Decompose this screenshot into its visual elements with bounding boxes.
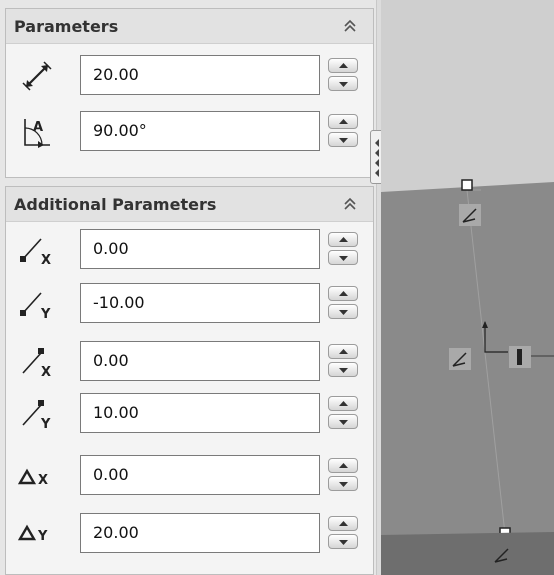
- distance-row: 20.00: [6, 55, 373, 99]
- end-y-input[interactable]: 10.00: [80, 393, 320, 433]
- sketch-point-top[interactable]: [461, 179, 473, 191]
- distance-icon: [14, 57, 60, 95]
- start-x-decrement-button[interactable]: [328, 250, 358, 265]
- end-point-x-icon: X: [14, 343, 60, 381]
- delta-x-icon: X: [14, 457, 60, 495]
- delta-x-spinner[interactable]: [328, 458, 358, 492]
- end-x-input[interactable]: 0.00: [80, 341, 320, 381]
- start-y-increment-button[interactable]: [328, 286, 358, 301]
- delta-x-increment-button[interactable]: [328, 458, 358, 473]
- distance-input[interactable]: 20.00: [80, 55, 320, 95]
- end-y-row: Y 10.00: [6, 393, 373, 437]
- delta-x-decrement-button[interactable]: [328, 476, 358, 491]
- start-y-input[interactable]: -10.00: [80, 283, 320, 323]
- start-x-spinner[interactable]: [328, 232, 358, 266]
- end-point-y-icon: Y: [14, 395, 60, 433]
- end-x-decrement-button[interactable]: [328, 362, 358, 377]
- collapse-parameters-icon[interactable]: [339, 15, 361, 37]
- distance-decrement-button[interactable]: [328, 76, 358, 91]
- start-point-y-icon: Y: [14, 285, 60, 323]
- end-x-increment-button[interactable]: [328, 344, 358, 359]
- end-y-spinner[interactable]: [328, 396, 358, 430]
- parameters-title: Parameters: [14, 16, 119, 36]
- delta-y-increment-button[interactable]: [328, 516, 358, 531]
- start-y-decrement-button[interactable]: [328, 304, 358, 319]
- svg-text:A: A: [33, 120, 43, 135]
- end-y-decrement-button[interactable]: [328, 414, 358, 429]
- collapse-additional-parameters-icon[interactable]: [339, 193, 361, 215]
- start-y-spinner[interactable]: [328, 286, 358, 320]
- svg-text:Y: Y: [40, 417, 51, 431]
- delta-y-icon: Y: [14, 515, 60, 553]
- start-point-x-icon: X: [14, 231, 60, 269]
- start-x-increment-button[interactable]: [328, 232, 358, 247]
- delta-x-input[interactable]: 0.00: [80, 455, 320, 495]
- lower-face: [381, 532, 554, 575]
- delta-y-decrement-button[interactable]: [328, 534, 358, 549]
- parameters-group: Parameters 20.00 A 90.00°: [5, 8, 374, 178]
- delta-x-row: X 0.00: [6, 455, 373, 499]
- svg-text:X: X: [41, 253, 51, 267]
- angle-increment-button[interactable]: [328, 114, 358, 129]
- svg-text:X: X: [38, 473, 48, 488]
- graphics-viewport[interactable]: [381, 0, 554, 575]
- angle-icon: A: [14, 113, 60, 151]
- delta-y-row: Y 20.00: [6, 513, 373, 557]
- angle-input[interactable]: 90.00°: [80, 111, 320, 151]
- end-y-increment-button[interactable]: [328, 396, 358, 411]
- svg-text:Y: Y: [40, 307, 51, 321]
- end-x-spinner[interactable]: [328, 344, 358, 378]
- end-x-row: X 0.00: [6, 341, 373, 385]
- angle-row: A 90.00°: [6, 111, 373, 155]
- svg-text:Y: Y: [37, 529, 48, 544]
- delta-y-input[interactable]: 20.00: [80, 513, 320, 553]
- additional-parameters-title: Additional Parameters: [14, 194, 217, 214]
- additional-parameters-header[interactable]: Additional Parameters: [6, 187, 373, 222]
- angle-decrement-button[interactable]: [328, 132, 358, 147]
- midpoint-glyph: [517, 349, 522, 365]
- parameters-header[interactable]: Parameters: [6, 9, 373, 44]
- start-y-row: Y -10.00: [6, 283, 373, 327]
- start-x-row: X 0.00: [6, 229, 373, 273]
- additional-parameters-group: Additional Parameters X 0.00 Y -10.00 X …: [5, 186, 374, 575]
- delta-y-spinner[interactable]: [328, 516, 358, 550]
- svg-text:X: X: [41, 365, 51, 379]
- start-x-input[interactable]: 0.00: [80, 229, 320, 269]
- distance-increment-button[interactable]: [328, 58, 358, 73]
- distance-spinner[interactable]: [328, 58, 358, 92]
- angle-spinner[interactable]: [328, 114, 358, 148]
- property-manager-panel: Parameters 20.00 A 90.00° Additional Par…: [0, 0, 376, 575]
